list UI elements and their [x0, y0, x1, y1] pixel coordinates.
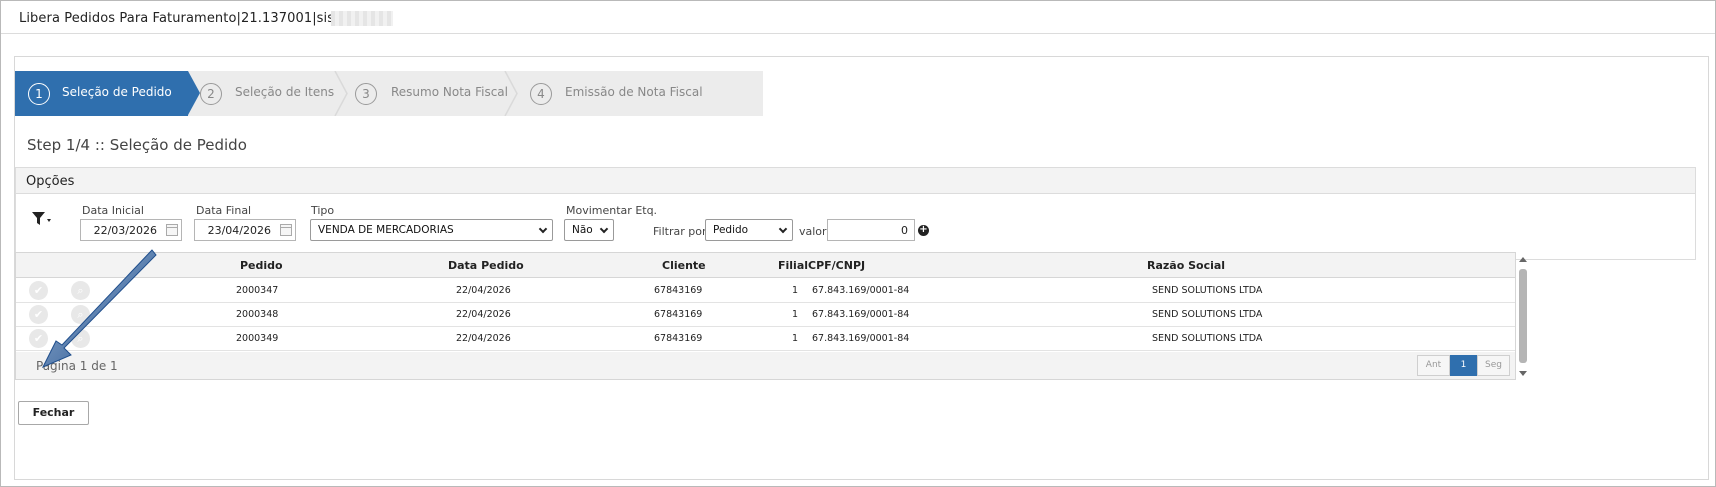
cell-filial: 1 [792, 333, 799, 344]
scroll-up-icon[interactable] [1519, 257, 1527, 262]
pager-current-button[interactable]: 1 [1450, 355, 1477, 376]
filtrar-select[interactable]: Pedido [705, 219, 793, 241]
page-title: Step 1/4 :: Seleção de Pedido [27, 136, 247, 154]
filtrar-label: Filtrar por [653, 225, 707, 238]
chevron-down-icon [778, 224, 788, 234]
cell-pedido: 2000348 [236, 309, 279, 320]
options-header: Opções [16, 168, 1695, 194]
tipo-value: VENDA DE MERCADORIAS [318, 224, 454, 236]
col-filial[interactable]: Filial [778, 259, 808, 272]
close-button[interactable]: Fechar [18, 401, 89, 425]
wizard-steps: 1 Seleção de Pedido 2 Seleção de Itens 3… [15, 71, 763, 116]
app-window: Libera Pedidos Para Faturamento|21.13700… [0, 0, 1716, 487]
movimentar-value: Não [572, 224, 593, 236]
data-final-label: Data Final [196, 204, 252, 217]
options-panel: Opções Data Inicial 22/03/2026 Data Fina… [15, 167, 1696, 260]
cell-cliente: 67843169 [654, 333, 703, 344]
cell-filial: 1 [792, 309, 799, 320]
page-info: Página 1 de 1 [36, 359, 118, 373]
cell-pedido: 2000349 [236, 333, 279, 344]
scroll-down-icon[interactable] [1519, 371, 1527, 376]
cell-cliente: 67843169 [654, 309, 703, 320]
check-icon[interactable]: ✔ [29, 329, 48, 348]
data-inicial-value: 22/03/2026 [93, 224, 157, 237]
cell-data: 22/04/2026 [456, 309, 511, 320]
chevron-down-icon [599, 224, 609, 234]
step-separators [334, 71, 518, 116]
cell-razao: SEND SOLUTIONS LTDA [1152, 333, 1263, 344]
valor-value: 0 [901, 224, 908, 237]
window-title: Libera Pedidos Para Faturamento|21.13700… [19, 11, 341, 26]
col-cpf-cnpj[interactable]: CPF/CNPJ [808, 259, 865, 272]
data-inicial-field[interactable]: 22/03/2026 [80, 219, 182, 241]
col-data-pedido[interactable]: Data Pedido [448, 259, 524, 272]
data-inicial-label: Data Inicial [82, 204, 144, 217]
table-row[interactable]: ✔ ⌕ 2000348 22/04/2026 67843169 1 67.843… [16, 303, 1515, 327]
cell-data: 22/04/2026 [456, 333, 511, 344]
movimentar-label: Movimentar Etq. [566, 204, 658, 217]
calendar-icon[interactable] [166, 224, 178, 236]
scroll-thumb[interactable] [1519, 269, 1527, 363]
cell-pedido: 2000347 [236, 285, 279, 296]
cell-razao: SEND SOLUTIONS LTDA [1152, 285, 1263, 296]
valor-input[interactable]: 0 [827, 219, 915, 241]
pager-next-button[interactable]: Seg [1477, 355, 1510, 376]
cell-cnpj: 67.843.169/0001-84 [812, 285, 910, 296]
redacted-text [331, 11, 393, 26]
cell-cnpj: 67.843.169/0001-84 [812, 333, 910, 344]
options-title: Opções [26, 174, 75, 189]
table-row[interactable]: ✔ ⌕ 2000349 22/04/2026 67843169 1 67.843… [16, 327, 1515, 351]
filter-icon[interactable] [32, 212, 52, 231]
col-cliente[interactable]: Cliente [662, 259, 706, 272]
search-icon[interactable]: ⌕ [71, 305, 90, 324]
valor-label: valor [799, 225, 827, 238]
grid-header: Pedido Data Pedido Cliente Filial CPF/CN… [16, 253, 1515, 278]
grid-scrollbar[interactable] [1519, 257, 1528, 376]
col-pedido[interactable]: Pedido [240, 259, 283, 272]
data-final-field[interactable]: 23/04/2026 [194, 219, 296, 241]
filtrar-value: Pedido [713, 224, 749, 236]
calendar-icon[interactable] [280, 224, 292, 236]
cell-cliente: 67843169 [654, 285, 703, 296]
search-icon[interactable]: ⌕ [71, 281, 90, 300]
cell-cnpj: 67.843.169/0001-84 [812, 309, 910, 320]
tipo-select[interactable]: VENDA DE MERCADORIAS [310, 219, 553, 241]
cell-data: 22/04/2026 [456, 285, 511, 296]
check-icon[interactable]: ✔ [29, 305, 48, 324]
chevron-down-icon [538, 224, 548, 234]
search-icon[interactable]: ⌕ [71, 329, 90, 348]
col-razao-social[interactable]: Razão Social [1147, 259, 1225, 272]
plus-icon[interactable]: + [918, 225, 929, 236]
cell-filial: 1 [792, 285, 799, 296]
movimentar-select[interactable]: Não [564, 219, 614, 241]
main-panel: 1 Seleção de Pedido 2 Seleção de Itens 3… [14, 56, 1709, 480]
data-final-value: 23/04/2026 [207, 224, 271, 237]
orders-grid: Pedido Data Pedido Cliente Filial CPF/CN… [15, 252, 1516, 380]
tipo-label: Tipo [311, 204, 335, 217]
table-row[interactable]: ✔ ⌕ 2000347 22/04/2026 67843169 1 67.843… [16, 279, 1515, 303]
pager-prev-button[interactable]: Ant [1417, 355, 1450, 376]
grid-footer: Página 1 de 1 Ant 1 Seg [16, 352, 1515, 379]
check-icon[interactable]: ✔ [29, 281, 48, 300]
title-bar: Libera Pedidos Para Faturamento|21.13700… [1, 1, 1715, 34]
cell-razao: SEND SOLUTIONS LTDA [1152, 309, 1263, 320]
